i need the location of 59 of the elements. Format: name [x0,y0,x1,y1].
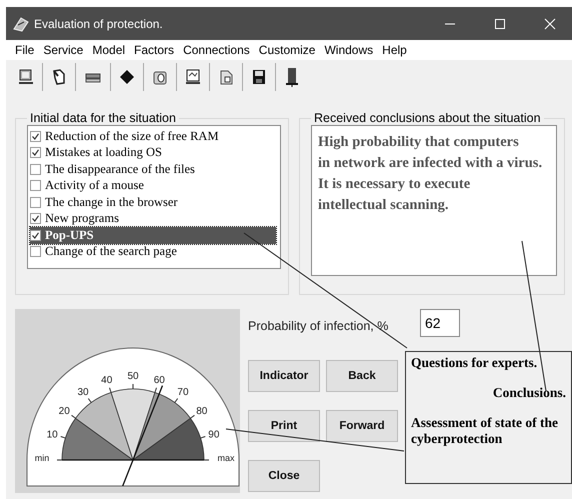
maximize-icon [494,18,506,30]
annotation-text: Assessment of state of the cyberprotection [411,415,559,447]
menu-item[interactable]: Factors [130,42,178,58]
checkbox[interactable] [30,246,41,258]
list-item[interactable]: New programs [30,210,278,227]
list-item[interactable]: Reduction of the size of free RAM [30,128,278,144]
list-item[interactable]: Change of the search page [30,244,278,260]
diamond-icon [119,68,135,86]
annotation-text: Questions for experts. [411,355,538,371]
checkbox[interactable] [30,130,41,142]
list-item[interactable]: The change in the browser [30,194,278,210]
group-title: Initial data for the situation [29,111,177,125]
monitor-icon [18,68,34,86]
gauge-tick-label: max [218,453,234,463]
window-title: Evaluation of protection. [34,16,163,30]
checkbox[interactable] [30,164,41,175]
gauge-tick-label: 50 [127,371,139,382]
menu-item[interactable]: File [11,42,38,58]
menu-item[interactable]: Help [378,42,411,58]
action-button[interactable]: Indicator [248,360,320,392]
probability-field[interactable]: 62 [420,309,460,337]
menu-item[interactable]: Service [39,42,88,58]
action-button[interactable]: Back [326,360,398,392]
menu-item[interactable]: Windows [320,42,378,58]
menu-item[interactable]: Connections [179,42,254,58]
door-icon [284,67,300,87]
list-item[interactable]: Activity of a mouse [30,178,278,194]
menu-item[interactable]: Customize [254,42,320,58]
close-icon [544,18,556,30]
list-item[interactable]: Pop-UPS [30,227,276,244]
gauge-tick-label: 90 [208,430,220,441]
document-icon [218,68,234,86]
group-title: Received conclusions about the situation [313,111,542,125]
checkbox[interactable] [30,196,41,208]
gauge-tick-label: 60 [154,375,165,386]
checkbox[interactable] [30,213,41,224]
list-item[interactable]: The disappearance of the files [30,161,278,178]
gauge-tick-label: 80 [196,406,208,418]
annotation-text: Conclusions. [492,385,566,401]
screen-icon [185,68,201,86]
gauge-tick-label: 70 [177,387,189,398]
checkbox[interactable] [30,180,41,192]
gauge-tick-label: min [34,453,50,463]
probability-label: Probability of infection, % [248,319,390,333]
gauge-tick-label: 30 [77,387,89,398]
action-button[interactable]: Forward [326,410,398,442]
app-icon [12,16,30,32]
checkbox[interactable] [30,147,41,158]
gauge-tick-label: 20 [58,406,70,418]
checkbox[interactable] [30,230,41,241]
minimize-icon [445,22,455,24]
floppy-icon [251,68,267,86]
list-item[interactable]: Mistakes at loading OS [30,144,278,161]
action-button[interactable]: Close [248,460,320,492]
gauge-tick-label: 40 [101,375,112,386]
menu-item[interactable]: Model [88,42,130,58]
gauge-tick-label: 10 [46,430,58,441]
conclusion-text: High probability that computers in network are infected with a virus. It is necessary to execute intellectual scanning. [318,133,544,215]
action-button[interactable]: Print [248,410,320,442]
